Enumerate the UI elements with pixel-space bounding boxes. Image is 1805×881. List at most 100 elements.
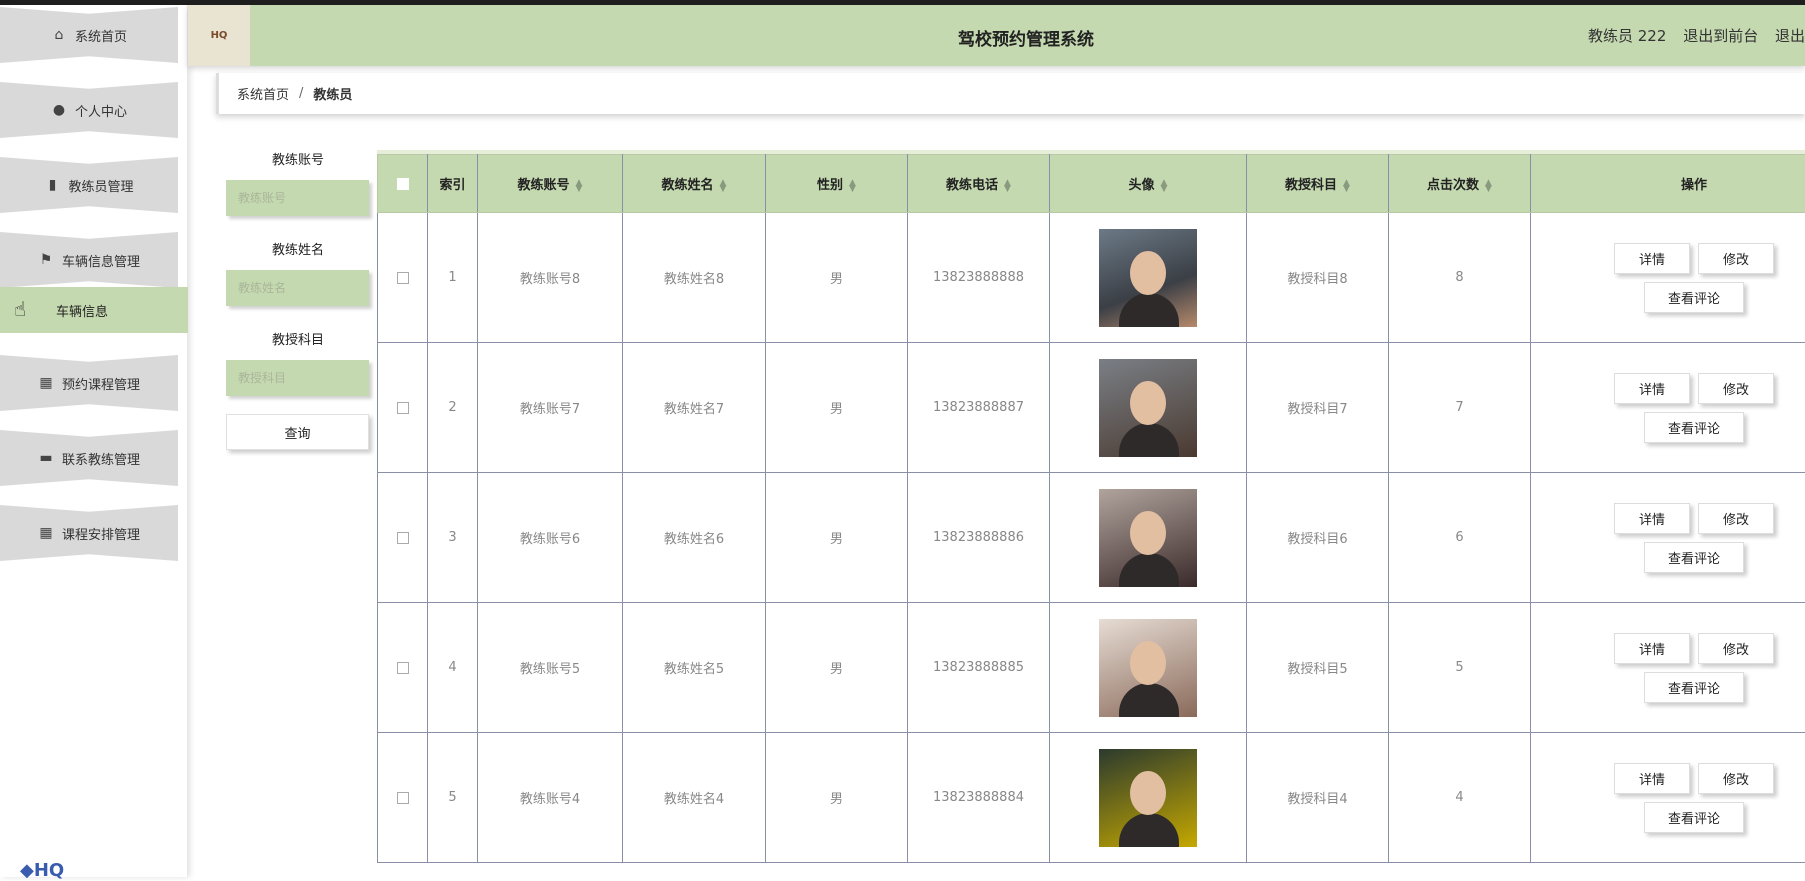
coach-name-input[interactable] (226, 270, 369, 306)
edit-button[interactable]: 修改 (1698, 633, 1774, 664)
sidebar-item-home[interactable]: ⌂ 系统首页 (0, 7, 178, 63)
cell-phone: 13823888885 (908, 603, 1050, 733)
breadcrumb-current: 教练员 (313, 84, 352, 103)
column-header-avatar[interactable]: 头像▲▼ (1050, 155, 1247, 213)
search-button[interactable]: 查询 (226, 414, 369, 450)
coach-account-label: 教练账号 (226, 150, 370, 172)
view-comments-button[interactable]: 查看评论 (1644, 542, 1744, 573)
edit-button[interactable]: 修改 (1698, 373, 1774, 404)
logout-link[interactable]: 退出登录 (1775, 27, 1805, 45)
cell-index: 5 (428, 733, 478, 863)
cell-subject: 教授科目8 (1247, 213, 1389, 343)
monitor-icon: ▬ (38, 450, 54, 466)
search-form: 教练账号 教练姓名 教授科目 查询 (226, 150, 370, 450)
cell-phone: 13823888886 (908, 473, 1050, 603)
logo: HQ (188, 5, 250, 66)
sidebar-item-label: 车辆信息管理 (62, 251, 140, 270)
page-title: 驾校预约管理系统 (958, 25, 1094, 50)
cell-phone: 13823888887 (908, 343, 1050, 473)
cell-name: 教练姓名5 (623, 603, 766, 733)
avatar[interactable] (1099, 359, 1197, 457)
detail-button[interactable]: 详情 (1614, 243, 1690, 274)
row-checkbox[interactable] (397, 272, 409, 284)
avatar[interactable] (1099, 749, 1197, 847)
cell-gender: 男 (766, 213, 908, 343)
edit-button[interactable]: 修改 (1698, 503, 1774, 534)
user-name: 教练员 222 (1588, 27, 1666, 45)
breadcrumb-separator: / (299, 86, 303, 101)
flag-icon: ⚑ (38, 252, 54, 268)
detail-button[interactable]: 详情 (1614, 503, 1690, 534)
coach-name-label: 教练姓名 (226, 240, 370, 262)
detail-button[interactable]: 详情 (1614, 373, 1690, 404)
sidebar-item-label: 联系教练管理 (62, 449, 140, 468)
avatar[interactable] (1099, 619, 1197, 717)
sort-icon[interactable]: ▲▼ (1485, 180, 1492, 192)
grid-icon: ▦ (38, 375, 54, 391)
sort-icon[interactable]: ▲▼ (1004, 180, 1011, 192)
column-header-clicks[interactable]: 点击次数▲▼ (1389, 155, 1531, 213)
row-checkbox[interactable] (397, 532, 409, 544)
clipboard-icon: ▮ (44, 177, 60, 193)
sort-icon[interactable]: ▲▼ (849, 180, 856, 192)
sidebar-item-label: 系统首页 (75, 26, 127, 45)
cell-name: 教练姓名8 (623, 213, 766, 343)
row-checkbox[interactable] (397, 792, 409, 804)
row-checkbox[interactable] (397, 662, 409, 674)
cell-index: 4 (428, 603, 478, 733)
select-all-header[interactable] (378, 155, 428, 213)
table-row: 3 教练账号6 教练姓名6 男 13823888886 教授科目6 6 详情 修… (378, 473, 1805, 603)
cell-gender: 男 (766, 343, 908, 473)
detail-button[interactable]: 详情 (1614, 633, 1690, 664)
sidebar-subitem-vehicle-info[interactable]: 车辆信息 (0, 287, 188, 333)
sidebar-item-personal-center[interactable]: ● 个人中心 (0, 82, 178, 138)
breadcrumb-home[interactable]: 系统首页 (237, 84, 289, 103)
column-header-gender[interactable]: 性别▲▼ (766, 155, 908, 213)
row-checkbox[interactable] (397, 402, 409, 414)
sidebar-subitem-label: 车辆信息 (56, 301, 108, 320)
view-comments-button[interactable]: 查看评论 (1644, 672, 1744, 703)
cell-account: 教练账号7 (478, 343, 623, 473)
sort-icon[interactable]: ▲▼ (576, 180, 583, 192)
view-comments-button[interactable]: 查看评论 (1644, 802, 1744, 833)
avatar[interactable] (1099, 229, 1197, 327)
sidebar: ⌂ 系统首页 ● 个人中心 ▮ 教练员管理 ⚑ 车辆信息管理 车辆信息 ☝ ▦ … (0, 5, 188, 877)
select-all-checkbox[interactable] (397, 178, 409, 190)
sidebar-item-schedule[interactable]: ▦ 课程安排管理 (0, 505, 178, 561)
sidebar-item-vehicle-management[interactable]: ⚑ 车辆信息管理 (0, 232, 178, 288)
sort-icon[interactable]: ▲▼ (1161, 180, 1168, 192)
column-header-subject[interactable]: 教授科目▲▼ (1247, 155, 1389, 213)
subject-label: 教授科目 (226, 330, 370, 352)
cell-subject: 教授科目6 (1247, 473, 1389, 603)
column-header-phone[interactable]: 教练电话▲▼ (908, 155, 1050, 213)
cell-phone: 13823888888 (908, 213, 1050, 343)
cell-name: 教练姓名4 (623, 733, 766, 863)
column-header-name[interactable]: 教练姓名▲▼ (623, 155, 766, 213)
cell-account: 教练账号4 (478, 733, 623, 863)
sidebar-item-course-booking[interactable]: ▦ 预约课程管理 (0, 355, 178, 411)
cell-subject: 教授科目4 (1247, 733, 1389, 863)
sidebar-item-coach-management[interactable]: ▮ 教练员管理 (0, 157, 178, 213)
sidebar-item-contact-coach[interactable]: ▬ 联系教练管理 (0, 430, 178, 486)
cell-account: 教练账号8 (478, 213, 623, 343)
sidebar-item-label: 个人中心 (75, 101, 127, 120)
sidebar-logo: ◆HQ (20, 860, 64, 881)
to-front-link[interactable]: 退出到前台 (1683, 27, 1758, 45)
grid-icon: ▦ (38, 525, 54, 541)
cell-gender: 男 (766, 473, 908, 603)
edit-button[interactable]: 修改 (1698, 763, 1774, 794)
column-header-account[interactable]: 教练账号▲▼ (478, 155, 623, 213)
sort-icon[interactable]: ▲▼ (1343, 180, 1350, 192)
header: HQ 驾校预约管理系统 教练员 222 退出到前台 退出登录 (188, 5, 1805, 66)
view-comments-button[interactable]: 查看评论 (1644, 412, 1744, 443)
cell-index: 1 (428, 213, 478, 343)
subject-input[interactable] (226, 360, 369, 396)
sort-icon[interactable]: ▲▼ (720, 180, 727, 192)
view-comments-button[interactable]: 查看评论 (1644, 282, 1744, 313)
detail-button[interactable]: 详情 (1614, 763, 1690, 794)
coach-account-input[interactable] (226, 180, 369, 216)
edit-button[interactable]: 修改 (1698, 243, 1774, 274)
table-row: 2 教练账号7 教练姓名7 男 13823888887 教授科目7 7 详情 修… (378, 343, 1805, 473)
avatar[interactable] (1099, 489, 1197, 587)
table-row: 5 教练账号4 教练姓名4 男 13823888884 教授科目4 4 详情 修… (378, 733, 1805, 863)
